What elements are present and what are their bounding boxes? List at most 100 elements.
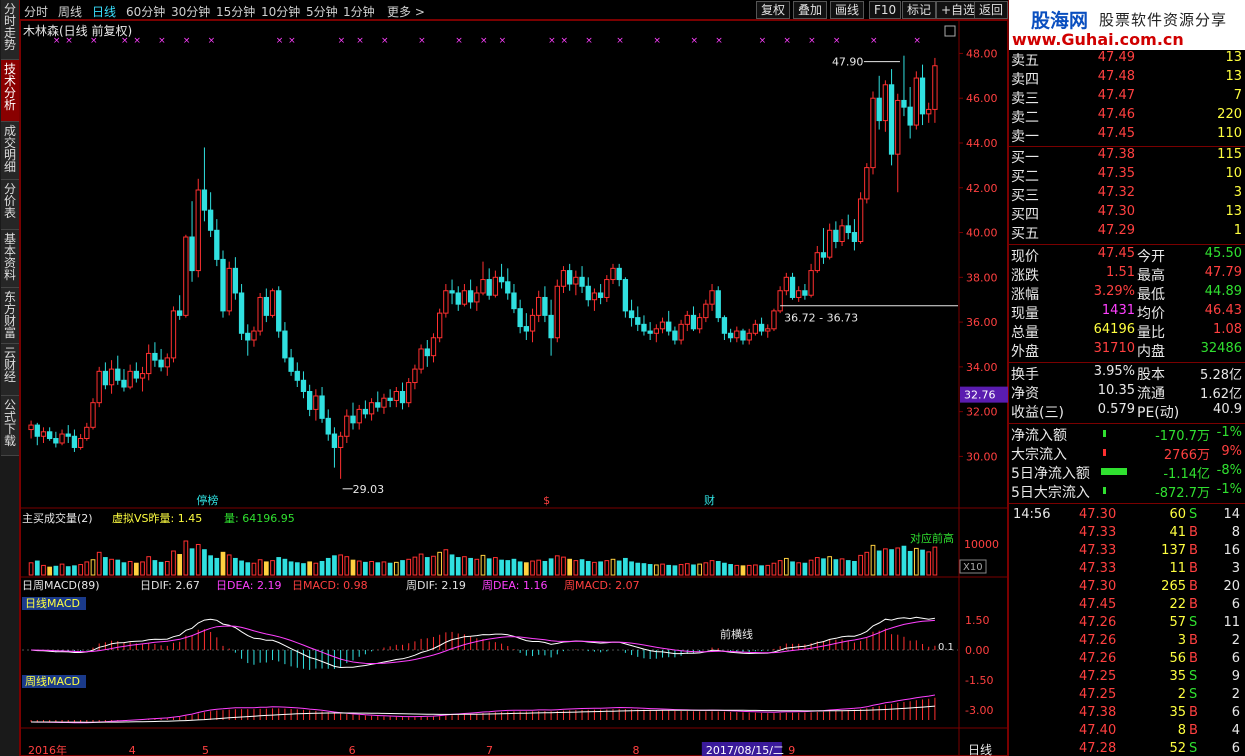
candle	[133, 362, 139, 383]
candle	[777, 286, 783, 314]
period-6[interactable]: 10分钟	[261, 3, 300, 20]
toolbar-button-0[interactable]: 复权	[756, 1, 791, 19]
period-8[interactable]: 1分钟	[343, 3, 375, 20]
volume-bar	[84, 561, 90, 576]
volume-bar	[821, 558, 826, 576]
volume-bar	[171, 550, 176, 576]
left-tab-6[interactable]: 云财经	[1, 344, 19, 396]
order-label: 买一	[1011, 150, 1039, 166]
volume-bar	[332, 555, 337, 576]
candle	[684, 310, 690, 332]
volume-bar	[140, 561, 145, 576]
left-tab-5[interactable]: 东方财富	[1, 288, 19, 344]
tick-count: 20	[1223, 579, 1240, 594]
toolbar-button-6[interactable]: 返回	[974, 1, 1008, 19]
tick-side: B	[1189, 561, 1198, 576]
volume-bar	[901, 545, 907, 576]
flow-label: 5日大宗流入	[1011, 485, 1090, 501]
left-tab-4[interactable]: 基本资料	[1, 230, 19, 288]
period-4[interactable]: 30分钟	[171, 3, 210, 20]
volume-bar	[319, 560, 325, 576]
period-1[interactable]: 周线	[58, 3, 82, 20]
stock-title: 木林森(日线 前复权)	[23, 23, 132, 38]
period-3[interactable]: 60分钟	[126, 3, 165, 20]
candle	[511, 284, 517, 314]
candle	[121, 369, 127, 392]
left-tab-7[interactable]: 公式下载	[1, 396, 19, 456]
left-tab-3[interactable]: 分价表	[1, 180, 19, 230]
order-price: 47.38	[1097, 147, 1135, 162]
fundamental-value: 0.579	[1097, 402, 1135, 417]
volume-bar	[127, 560, 133, 576]
quote-row: 涨幅 3.29% 最低 44.89	[1009, 284, 1245, 303]
candle	[108, 360, 115, 394]
candle	[783, 272, 790, 296]
tick-price: 47.26	[1079, 651, 1117, 666]
left-tab-0[interactable]: 分时走势	[1, 0, 19, 60]
candle	[195, 178, 201, 278]
candle	[84, 422, 90, 441]
volume-bar	[233, 557, 238, 576]
left-tab-2[interactable]: 成交明细	[1, 122, 19, 180]
candle	[703, 299, 709, 323]
candle	[282, 322, 288, 363]
event-tag-0[interactable]: 停榜	[196, 493, 218, 507]
signal-marker: ×	[276, 36, 284, 46]
date-axis-label: 6	[349, 744, 356, 756]
macd-value-3: 周DIF: 2.19	[406, 579, 466, 592]
signal-marker: ×	[499, 36, 507, 46]
volume-bar	[183, 540, 189, 576]
toolbar-button-2[interactable]: 画线	[830, 1, 865, 19]
candle	[666, 310, 672, 336]
period-2[interactable]: 日线	[92, 3, 116, 20]
order-volume: 10	[1225, 166, 1242, 181]
volume-bar	[239, 560, 244, 576]
tick-row: 47.38 35 B 6	[1009, 705, 1245, 723]
date-axis-label: 9	[788, 744, 795, 756]
event-tag-1[interactable]: $	[543, 494, 550, 507]
tick-count: 11	[1223, 615, 1240, 630]
left-tab-bar: 分时走势 技术分析 成交明细 分价表 基本资料 东方财富 云财经 公式下载	[0, 0, 20, 756]
signal-marker: ×	[121, 36, 129, 46]
volume-bar	[251, 562, 257, 576]
quote-row: 外盘 31710 内盘 32486	[1009, 341, 1245, 360]
tick-count: 4	[1231, 723, 1240, 738]
period-5[interactable]: 15分钟	[216, 3, 255, 20]
left-tab-1[interactable]: 技术分析	[1, 60, 19, 122]
flow-pct: -8%	[1216, 463, 1242, 478]
period-0[interactable]: 分时	[24, 3, 48, 20]
volume-bar	[418, 553, 424, 576]
candle	[424, 340, 430, 367]
period-9[interactable]: 更多 >	[387, 3, 425, 20]
volume-bar	[870, 544, 876, 576]
period-7[interactable]: 5分钟	[306, 3, 338, 20]
volume-bar	[468, 557, 473, 576]
quote-value: 31710	[1093, 341, 1135, 356]
volume-bar	[406, 558, 412, 576]
signal-marker: ×	[870, 36, 878, 46]
volume-bar	[28, 562, 34, 576]
event-tag-2[interactable]: 财	[704, 493, 715, 507]
volume-bar	[375, 562, 381, 576]
toolbar-button-4[interactable]: 标记	[902, 1, 937, 19]
toolbar-button-1[interactable]: 叠加	[793, 1, 828, 19]
signal-marker: ×	[560, 36, 568, 46]
tick-row: 47.25 35 S 9	[1009, 669, 1245, 687]
tick-side: B	[1189, 579, 1198, 594]
candle	[721, 315, 728, 340]
candle	[851, 219, 858, 251]
tick-volume: 57	[1169, 615, 1186, 630]
candle	[300, 371, 307, 399]
chart-area[interactable]: 木林森(日线 前复权)48.0046.0044.0042.0040.0038.0…	[20, 20, 1008, 756]
fundamental-value: 5.28亿	[1200, 368, 1242, 383]
volume-bar	[598, 561, 603, 576]
quote-value: 47.79	[1204, 265, 1242, 280]
quote-label: 最低	[1137, 287, 1165, 303]
candle	[567, 263, 573, 291]
signal-marker: ×	[53, 36, 61, 46]
toolbar-button-3[interactable]: F10	[869, 1, 902, 19]
candle	[158, 348, 164, 372]
candle	[827, 223, 833, 260]
flow-label: 净流入额	[1011, 428, 1067, 444]
restore-icon[interactable]	[944, 25, 956, 37]
